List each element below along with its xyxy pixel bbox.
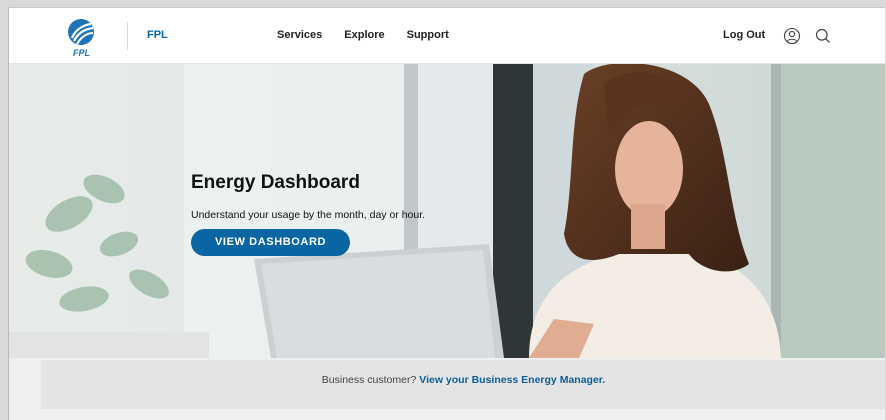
nav-explore[interactable]: Explore [344, 29, 384, 41]
fpl-home-link[interactable]: FPL [147, 29, 168, 41]
page-frame: FPL FPL Services Explore Support Log Out [8, 7, 885, 420]
hero-title: Energy Dashboard [191, 172, 360, 193]
nav-services[interactable]: Services [277, 29, 322, 41]
hero-content: Energy Dashboard Understand your usage b… [191, 172, 425, 256]
fpl-logo[interactable]: FPL [59, 16, 103, 58]
search-icon[interactable] [814, 27, 832, 45]
hero-subtitle: Understand your usage by the month, day … [191, 209, 426, 221]
logo-text: FPL [73, 48, 90, 58]
nav-support[interactable]: Support [407, 29, 449, 41]
business-prefix: Business customer? [321, 374, 417, 386]
business-energy-manager-link[interactable]: View your Business Energy Manager. [419, 374, 605, 386]
hero-photo [9, 64, 885, 358]
logout-link[interactable]: Log Out [723, 29, 765, 41]
view-dashboard-button[interactable]: VIEW DASHBOARD [191, 229, 351, 256]
business-banner: Business customer? View your Business En… [41, 360, 885, 409]
hero-banner: Energy Dashboard Understand your usage b… [9, 64, 885, 358]
user-icon[interactable] [783, 27, 801, 45]
header-divider [127, 22, 128, 50]
main-nav: Services Explore Support [277, 29, 449, 41]
site-header: FPL FPL Services Explore Support Log Out [9, 8, 885, 64]
